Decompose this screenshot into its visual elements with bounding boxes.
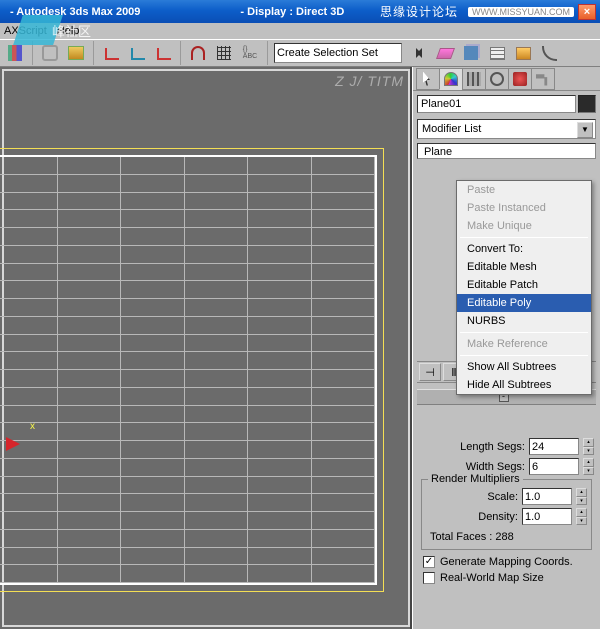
ctx-editable-patch[interactable]: Editable Patch	[457, 276, 591, 294]
menubar: AXScript Help	[0, 23, 600, 39]
modifier-list-dropdown[interactable]: Modifier List	[417, 119, 596, 139]
ctx-separator	[460, 355, 588, 356]
viewport[interactable]: Z J/ TITM x	[0, 67, 412, 629]
ctx-make-unique[interactable]: Make Unique	[457, 217, 591, 235]
scale-label: Scale:	[487, 491, 518, 503]
tab-hierarchy[interactable]	[462, 68, 486, 90]
modifier-context-menu: Paste Paste Instanced Make Unique Conver…	[456, 180, 592, 395]
length-segs-field[interactable]	[529, 438, 579, 455]
real-world-checkbox[interactable]	[423, 572, 435, 584]
gizmo-x-label: x	[30, 421, 35, 432]
scale-spinner[interactable]: ▴▾	[576, 488, 587, 505]
align-icon[interactable]	[460, 42, 482, 64]
total-faces-label: Total Faces : 288	[426, 528, 587, 546]
tab-create[interactable]	[416, 68, 440, 90]
width-segs-field[interactable]	[529, 458, 579, 475]
tab-motion[interactable]	[485, 68, 509, 90]
modifier-stack-item[interactable]: Plane	[417, 143, 596, 159]
viewport-watermark: Z J/ TITM	[335, 73, 404, 89]
object-name-field[interactable]	[417, 95, 576, 113]
url-badge: WWW.MISSYUAN.COM	[468, 7, 574, 17]
command-panel-tabs	[413, 67, 600, 91]
eraser-icon[interactable]	[434, 42, 456, 64]
undo-icon[interactable]	[4, 42, 26, 64]
unlink-icon[interactable]	[65, 42, 87, 64]
length-segs-spinner[interactable]: ▴▾	[583, 438, 594, 455]
width-segs-spinner[interactable]: ▴▾	[583, 458, 594, 475]
menu-maxscript[interactable]: AXScript	[4, 25, 47, 37]
density-field[interactable]	[522, 508, 572, 525]
ctx-paste[interactable]: Paste	[457, 181, 591, 199]
tab-modify[interactable]	[439, 68, 463, 90]
ctx-separator	[460, 332, 588, 333]
link-icon[interactable]	[39, 42, 61, 64]
ctx-hide-all-subtrees[interactable]: Hide All Subtrees	[457, 376, 591, 394]
transform-gizmo[interactable]: x	[6, 437, 27, 451]
scale-field[interactable]	[522, 488, 572, 505]
density-spinner[interactable]: ▴▾	[576, 508, 587, 525]
ctx-editable-poly[interactable]: Editable Poly	[457, 294, 591, 312]
ctx-separator	[460, 237, 588, 238]
angle-snap-icon[interactable]	[100, 42, 122, 64]
generate-mapping-checkbox[interactable]: ✓	[423, 556, 435, 568]
tab-display[interactable]	[508, 68, 532, 90]
real-world-label: Real-World Map Size	[440, 572, 544, 584]
object-color-swatch[interactable]	[578, 95, 596, 113]
pin-stack-icon[interactable]: ⊣	[419, 363, 441, 381]
ctx-paste-instanced[interactable]: Paste Instanced	[457, 199, 591, 217]
density-label: Density:	[478, 511, 518, 523]
forum-label: 思缘设计论坛	[380, 3, 458, 20]
ctx-make-reference[interactable]: Make Reference	[457, 335, 591, 353]
parameters-rollout: Length Segs: ▴▾ Width Segs: ▴▾ Render Mu…	[413, 405, 600, 592]
ctx-convert-to: Convert To:	[457, 240, 591, 258]
selection-set-dropdown[interactable]	[274, 43, 402, 63]
ctx-nurbs[interactable]: NURBS	[457, 312, 591, 330]
mirror-icon[interactable]	[408, 42, 430, 64]
window-titlebar: - Autodesk 3ds Max 2009 - Display : Dire…	[0, 0, 600, 23]
layers-icon[interactable]	[512, 42, 534, 64]
close-button[interactable]: ×	[578, 4, 596, 20]
ctx-editable-mesh[interactable]: Editable Mesh	[457, 258, 591, 276]
grid-icon[interactable]	[213, 42, 235, 64]
width-segs-label: Width Segs:	[466, 461, 525, 473]
menu-help[interactable]: Help	[57, 25, 80, 37]
named-icon[interactable]: {}ABC	[239, 42, 261, 64]
spinner-snap-icon[interactable]	[152, 42, 174, 64]
length-segs-label: Length Segs:	[460, 441, 525, 453]
schematic-icon[interactable]	[486, 42, 508, 64]
render-multipliers-group: Render Multipliers Scale: ▴▾ Density: ▴▾…	[421, 479, 592, 550]
gizmo-x-axis[interactable]	[6, 437, 27, 451]
percent-snap-icon[interactable]	[126, 42, 148, 64]
ctx-show-all-subtrees[interactable]: Show All Subtrees	[457, 358, 591, 376]
main-toolbar: {}ABC	[0, 39, 600, 67]
magnet-icon[interactable]	[187, 42, 209, 64]
plane-object[interactable]	[0, 155, 377, 585]
generate-mapping-label: Generate Mapping Coords.	[440, 556, 573, 568]
app-title: - Autodesk 3ds Max 2009	[10, 6, 140, 18]
render-multipliers-legend: Render Multipliers	[428, 473, 523, 485]
display-mode: - Display : Direct 3D	[240, 6, 344, 18]
curve-editor-icon[interactable]	[538, 42, 560, 64]
tab-utilities[interactable]	[531, 68, 555, 90]
